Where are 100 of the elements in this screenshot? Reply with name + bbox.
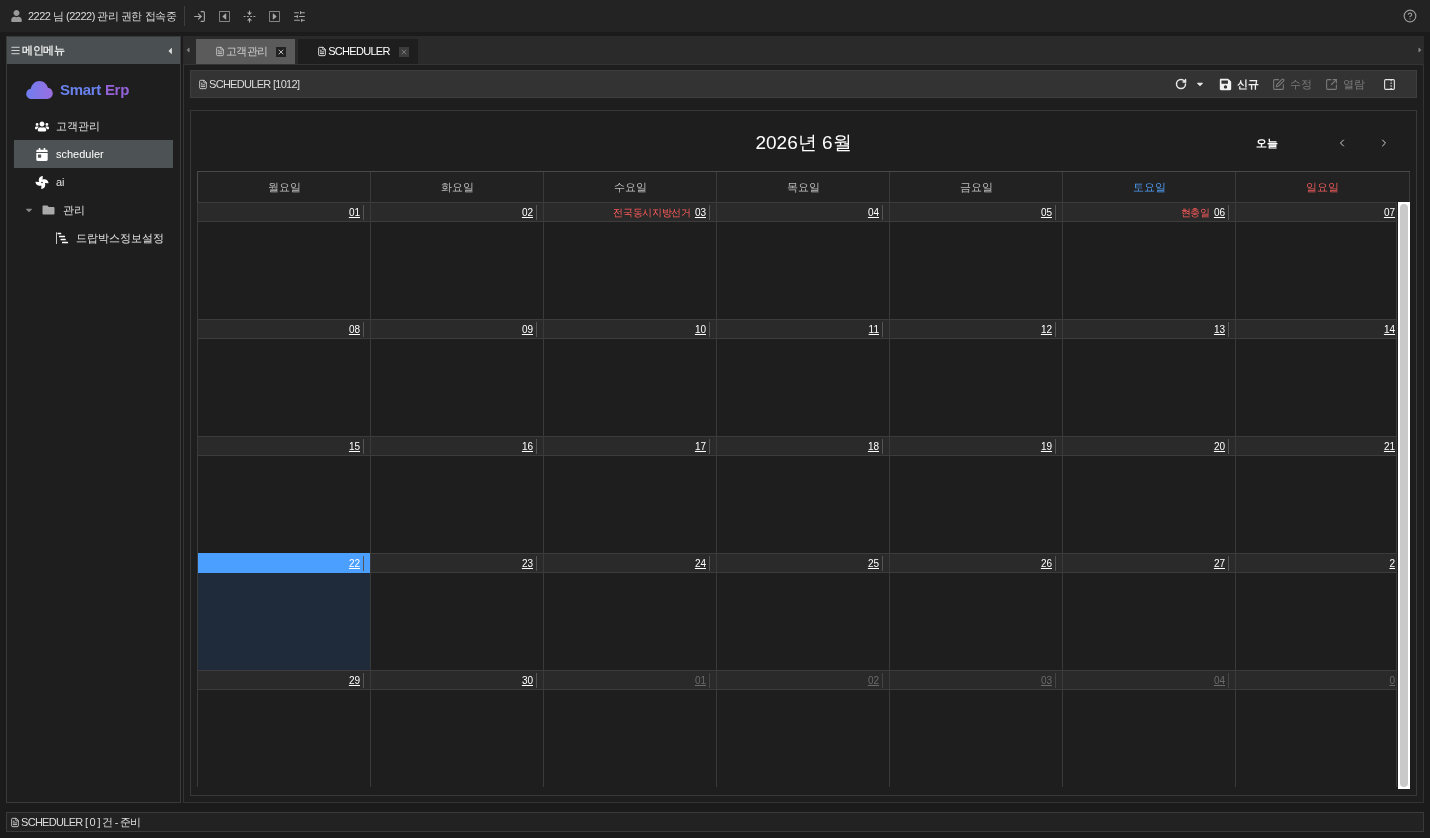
date-number[interactable]: 23 [521, 555, 537, 571]
date-number[interactable]: 06 [1213, 204, 1229, 220]
weekday-label: 수요일 [613, 179, 647, 195]
pinwheel-icon [35, 175, 49, 189]
date-number[interactable]: 20 [1213, 438, 1229, 454]
date-number[interactable]: 21 [1383, 438, 1395, 454]
date-number[interactable]: 30 [521, 672, 537, 688]
day-cell[interactable]: 13 [1063, 319, 1236, 436]
day-cell[interactable]: 29 [198, 670, 371, 787]
day-cell[interactable]: 20 [1063, 436, 1236, 553]
day-cell[interactable]: 27 [1063, 553, 1236, 670]
tab-title: SCHEDULER [328, 44, 390, 60]
date-number[interactable]: 2 [1389, 555, 1395, 571]
date-number[interactable]: 02 [521, 204, 537, 220]
tab[interactable]: SCHEDULER [298, 39, 418, 64]
weekday-label: 금요일 [959, 179, 993, 195]
collapse-sidebar-button[interactable] [166, 45, 174, 56]
sidebar-item[interactable]: ai [14, 168, 173, 196]
sidebar-title: 메인메뉴 [22, 43, 64, 59]
date-number[interactable]: 12 [1040, 321, 1056, 337]
today-button[interactable]: 오늘 [1242, 130, 1292, 156]
day-cell[interactable]: 11 [717, 319, 890, 436]
day-cell[interactable]: 01 [198, 202, 371, 319]
date-number[interactable]: 04 [867, 204, 883, 220]
date-number[interactable]: 17 [694, 438, 710, 454]
day-cell[interactable]: 17 [544, 436, 717, 553]
date-number[interactable]: 05 [1040, 204, 1056, 220]
cloud-logo-icon [26, 81, 53, 99]
day-cell[interactable]: 전국동시지방선거 03 [544, 202, 717, 319]
day-cell[interactable]: 14 [1236, 319, 1397, 436]
calendar-title: 2026년 6월 [755, 130, 852, 155]
date-number[interactable]: 03 [694, 204, 710, 220]
close-tab-button[interactable] [276, 46, 287, 57]
caret-left-icon [166, 45, 174, 56]
toolbar-button[interactable]: 신규 [1219, 74, 1259, 94]
weekday-label: 목요일 [786, 179, 820, 195]
sidebar-item[interactable]: scheduler [14, 140, 173, 168]
date-number[interactable]: 27 [1213, 555, 1229, 571]
date-number[interactable]: 26 [1040, 555, 1056, 571]
day-cell[interactable]: 05 [890, 202, 1063, 319]
date-number[interactable]: 24 [694, 555, 710, 571]
login-status: 2222 님 (2222) 관리 권한 접속중 [28, 8, 177, 24]
bar-chart-icon [56, 232, 68, 244]
scrollbar[interactable] [1398, 202, 1410, 789]
date-number[interactable]: 13 [1213, 321, 1229, 337]
login-icon [193, 9, 207, 23]
day-cell[interactable]: 24 [544, 553, 717, 670]
refresh-button[interactable] [1174, 76, 1188, 92]
date-number[interactable]: 25 [867, 555, 883, 571]
day-cell[interactable]: 12 [890, 319, 1063, 436]
day-cell[interactable]: 26 [890, 553, 1063, 670]
date-number[interactable]: 29 [348, 672, 364, 688]
date-number[interactable]: 16 [521, 438, 537, 454]
caret-right-icon [1417, 46, 1423, 54]
sidebar-item-label: scheduler [56, 146, 104, 162]
panel-toggle-button[interactable] [1383, 77, 1396, 91]
date-number[interactable]: 07 [1383, 204, 1395, 220]
document-icon [198, 78, 208, 90]
external-link-icon [1325, 77, 1338, 91]
sidebar-item[interactable]: 고객관리 [14, 112, 173, 140]
settings-sliders-icon [293, 9, 307, 23]
day-cell[interactable]: 2 [1236, 553, 1397, 670]
page-title: SCHEDULER [1012] [209, 76, 300, 92]
day-cell[interactable]: 21 [1236, 436, 1397, 553]
date-number[interactable]: 08 [348, 321, 364, 337]
day-cell[interactable]: 15 [198, 436, 371, 553]
folder-icon [42, 204, 55, 216]
day-cell[interactable]: 09 [371, 319, 544, 436]
day-cell[interactable]: 08 [198, 319, 371, 436]
calendar-icon [35, 147, 49, 161]
date-number[interactable]: 19 [1040, 438, 1056, 454]
day-cell[interactable]: 16 [371, 436, 544, 553]
date-number[interactable]: 11 [868, 321, 883, 337]
day-cell[interactable]: 10 [544, 319, 717, 436]
date-number[interactable]: 01 [348, 204, 364, 220]
day-cell[interactable]: 18 [717, 436, 890, 553]
date-number[interactable]: 10 [694, 321, 710, 337]
sidebar-item[interactable]: 관리 [14, 196, 173, 224]
day-cell[interactable]: 25 [717, 553, 890, 670]
date-number[interactable]: 14 [1383, 321, 1395, 337]
date-number[interactable]: 09 [521, 321, 537, 337]
sidebar-item-label: 관리 [63, 202, 85, 218]
day-cell[interactable]: 현충일 06 [1063, 202, 1236, 319]
sidebar-item-label: 드랍박스정보설정 [76, 230, 164, 246]
refresh-icon [1175, 78, 1187, 90]
sidebar-item[interactable]: 드랍박스정보설정 [14, 224, 173, 252]
tab-title: 고객관리 [226, 44, 268, 60]
close-tab-button[interactable] [398, 46, 409, 57]
caret-left-icon [185, 46, 191, 54]
date-number[interactable]: 15 [348, 438, 364, 454]
date-number[interactable]: 18 [867, 438, 883, 454]
day-cell[interactable]: 04 [717, 202, 890, 319]
holiday-label: 전국동시지방선거 [613, 205, 691, 220]
day-cell[interactable]: 30 [371, 670, 544, 787]
day-cell[interactable]: 19 [890, 436, 1063, 553]
day-cell[interactable]: 07 [1236, 202, 1397, 319]
day-cell[interactable]: 23 [371, 553, 544, 670]
help-button[interactable] [1402, 8, 1418, 24]
day-cell[interactable]: 02 [371, 202, 544, 319]
tab[interactable]: 고객관리 [196, 39, 296, 64]
